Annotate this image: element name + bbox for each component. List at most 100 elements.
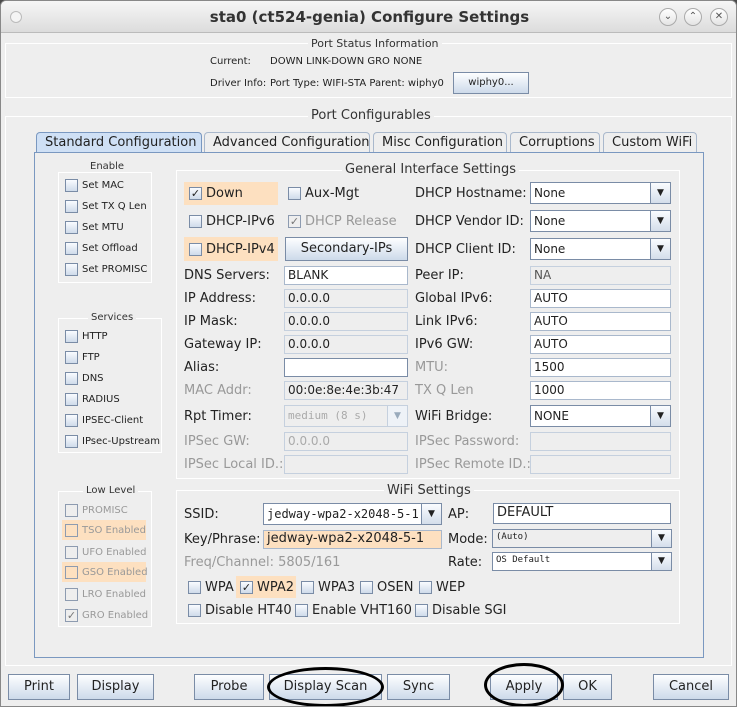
ufo-enabled-checkbox[interactable]: UFO Enabled: [62, 543, 147, 561]
key-phrase-input[interactable]: jedway-wpa2-x2048-5-1: [263, 530, 442, 549]
select-value: None: [534, 242, 566, 256]
set-mtu-checkbox[interactable]: Set MTU: [65, 221, 124, 234]
dropdown-arrow-icon[interactable]: ▼: [650, 183, 670, 203]
ip-mask-input[interactable]: 0.0.0.0: [284, 312, 408, 331]
display-button[interactable]: Display: [77, 674, 154, 700]
wiphy-button[interactable]: wiphy0...: [453, 72, 529, 94]
dns-checkbox[interactable]: DNS: [65, 372, 104, 385]
key-phrase-label: Key/Phrase:: [184, 532, 261, 547]
annotation-circle-display-scan: [267, 667, 384, 706]
wpa-checkbox[interactable]: WPA: [188, 580, 234, 595]
dhcp-ipv6-checkbox[interactable]: DHCP-IPv6: [189, 214, 275, 229]
wpa3-checkbox[interactable]: WPA3: [301, 580, 355, 595]
dropdown-arrow-icon[interactable]: ▼: [650, 239, 670, 259]
wep-checkbox[interactable]: WEP: [419, 580, 465, 595]
dropdown-arrow-icon[interactable]: ▼: [650, 211, 670, 231]
dropdown-arrow-icon[interactable]: ▼: [650, 406, 670, 426]
ok-button[interactable]: OK: [563, 674, 612, 700]
ipsec-local-id-input[interactable]: [284, 455, 408, 474]
checkbox-label: Set TX Q Len: [82, 201, 147, 212]
lro-enabled-checkbox[interactable]: LRO Enabled: [62, 585, 146, 603]
secondary-ips-button[interactable]: Secondary-IPs: [285, 237, 408, 261]
ipsec-remote-id-input[interactable]: [530, 455, 671, 474]
probe-button[interactable]: Probe: [194, 674, 264, 700]
tab-corruptions[interactable]: Corruptions: [510, 132, 600, 152]
close-icon[interactable]: ✕: [710, 8, 728, 26]
dropdown-arrow-icon[interactable]: ▼: [387, 406, 407, 426]
tab-standard-configuration[interactable]: Standard Configuration: [36, 132, 202, 153]
mac-addr-input[interactable]: 00:0e:8e:4e:3b:47: [284, 381, 408, 400]
set-mac-checkbox[interactable]: Set MAC: [65, 179, 124, 192]
dns-servers-input[interactable]: BLANK: [284, 266, 408, 285]
alias-input[interactable]: [284, 358, 408, 377]
dropdown-arrow-icon[interactable]: ▼: [421, 504, 441, 524]
ipsec-password-input[interactable]: [530, 432, 671, 451]
ap-input[interactable]: DEFAULT: [493, 503, 671, 524]
ipsec-gw-input[interactable]: 0.0.0.0: [284, 432, 408, 451]
http-checkbox[interactable]: HTTP: [65, 330, 108, 343]
osen-checkbox[interactable]: OSEN: [360, 580, 413, 595]
checkbox-icon: [301, 581, 314, 594]
tab-misc-configuration[interactable]: Misc Configuration: [373, 132, 507, 152]
tab-advanced-configuration[interactable]: Advanced Configuration: [204, 132, 370, 152]
dropdown-arrow-icon[interactable]: ▼: [651, 553, 671, 570]
mtu-input[interactable]: 1500: [530, 358, 671, 377]
rpt-timer-select[interactable]: medium (8 s) ▼: [284, 405, 408, 427]
ip-mask-label: IP Mask:: [184, 314, 238, 329]
dropdown-arrow-icon[interactable]: ▼: [651, 530, 671, 547]
checkbox-icon: [65, 435, 78, 448]
rate-label: Rate:: [448, 555, 483, 570]
dhcp-client-id-select[interactable]: None ▼: [530, 238, 671, 260]
disable-sgi-checkbox[interactable]: Disable SGI: [415, 603, 507, 618]
aux-mgt-checkbox[interactable]: Aux-Mgt: [288, 186, 359, 201]
sync-button[interactable]: Sync: [387, 674, 450, 700]
link-ipv6-input[interactable]: AUTO: [530, 312, 671, 331]
port-status-heading: Port Status Information: [308, 37, 442, 50]
tso-enabled-checkbox[interactable]: TSO Enabled: [62, 520, 146, 540]
promisc-checkbox[interactable]: PROMISC: [62, 501, 146, 519]
mode-select[interactable]: (Auto) ▼: [492, 529, 672, 548]
ipsec-client-checkbox[interactable]: IPSEC-Client: [65, 414, 143, 427]
set-promisc-checkbox[interactable]: Set PROMISC: [65, 263, 147, 276]
checkbox-check-icon: ✓: [240, 580, 253, 594]
checkbox-icon: [189, 242, 202, 256]
tab-custom-wifi[interactable]: Custom WiFi: [603, 132, 697, 152]
gro-enabled-checkbox[interactable]: ✓ GRO Enabled: [62, 606, 148, 624]
checkbox-label: DHCP-IPv6: [206, 214, 275, 229]
checkbox-icon: [415, 604, 428, 617]
ssid-select[interactable]: jedway-wpa2-x2048-5-1 ▼: [263, 503, 442, 525]
gso-enabled-checkbox[interactable]: GSO Enabled: [62, 562, 148, 582]
minimize-icon[interactable]: ⌄: [659, 8, 677, 26]
global-ipv6-input[interactable]: AUTO: [530, 289, 671, 308]
gateway-ip-input[interactable]: 0.0.0.0: [284, 335, 408, 354]
set-offload-checkbox[interactable]: Set Offload: [65, 242, 138, 255]
tx-q-len-input[interactable]: 1000: [530, 381, 671, 400]
peer-ip-field: NA: [530, 266, 671, 285]
cancel-button[interactable]: Cancel: [653, 674, 729, 700]
checkbox-label: WPA2: [257, 579, 295, 595]
set-tx-q-len-checkbox[interactable]: Set TX Q Len: [65, 200, 147, 213]
driver-info-label: Driver Info:: [210, 78, 267, 89]
wifi-bridge-select[interactable]: NONE ▼: [530, 405, 671, 427]
rate-select[interactable]: OS Default ▼: [492, 552, 672, 571]
ipsec-upstream-checkbox[interactable]: IPsec-Upstream: [65, 435, 160, 448]
select-value: None: [534, 214, 566, 228]
dhcp-hostname-select[interactable]: None ▼: [530, 182, 671, 204]
maximize-icon[interactable]: ⌃: [684, 8, 702, 26]
dns-servers-label: DNS Servers:: [184, 268, 270, 283]
ftp-checkbox[interactable]: FTP: [65, 351, 100, 364]
dhcp-release-checkbox[interactable]: ✓ DHCP Release: [288, 214, 397, 229]
ipv6-gw-input[interactable]: AUTO: [530, 335, 671, 354]
disable-ht40-checkbox[interactable]: Disable HT40: [188, 603, 292, 618]
print-button[interactable]: Print: [8, 674, 70, 700]
radius-checkbox[interactable]: RADIUS: [65, 393, 120, 406]
driver-info-value: Port Type: WIFI-STA Parent: wiphy0: [270, 78, 444, 89]
ip-address-input[interactable]: 0.0.0.0: [284, 289, 408, 308]
checkbox-icon: [65, 263, 78, 276]
dhcp-vendor-id-select[interactable]: None ▼: [530, 210, 671, 232]
wpa2-checkbox[interactable]: ✓ WPA2: [236, 576, 296, 598]
enable-vht160-checkbox[interactable]: Enable VHT160: [295, 603, 412, 618]
title-bar[interactable]: sta0 (ct524-genia) Configure Settings ⌄ …: [1, 1, 736, 33]
dhcp-ipv4-checkbox[interactable]: DHCP-IPv4: [184, 237, 278, 261]
down-checkbox[interactable]: ✓ Down: [184, 182, 278, 205]
